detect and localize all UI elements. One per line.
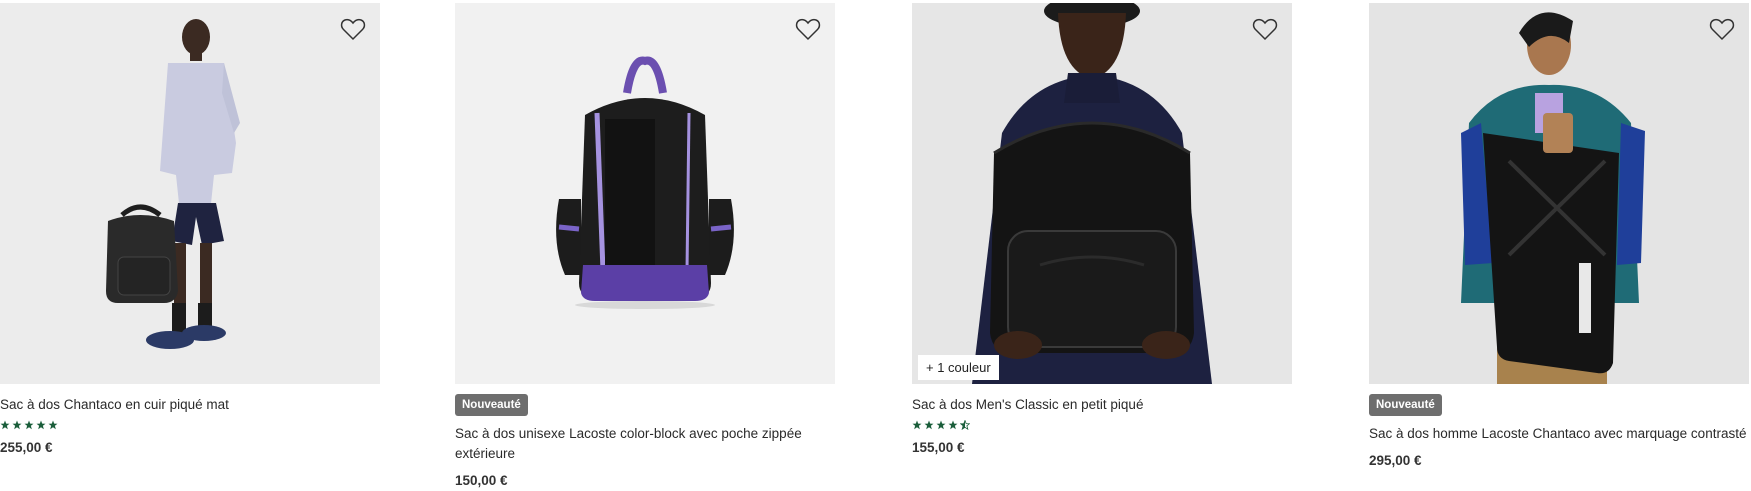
star-icon: [912, 420, 922, 430]
product-image[interactable]: [1369, 3, 1749, 384]
star-icon: [924, 420, 934, 430]
star-icon: [48, 420, 58, 430]
product-price: 295,00 €: [1369, 453, 1422, 468]
product-card[interactable]: Sac à dos Chantaco en cuir piqué mat 255…: [0, 3, 380, 455]
product-price: 155,00 €: [912, 440, 965, 455]
wishlist-heart-icon[interactable]: [1252, 17, 1278, 41]
star-icon: [12, 420, 22, 430]
half-star-icon: [960, 420, 970, 430]
product-title[interactable]: Sac à dos Chantaco en cuir piqué mat: [0, 395, 380, 415]
product-title[interactable]: Sac à dos Men's Classic en petit piqué: [912, 395, 1292, 415]
new-badge: Nouveauté: [455, 394, 528, 416]
star-icon: [24, 420, 34, 430]
product-image[interactable]: [455, 3, 835, 384]
product-grid: Sac à dos Chantaco en cuir piqué mat 255…: [0, 0, 1751, 491]
product-image[interactable]: + 1 couleur: [912, 3, 1292, 384]
rating-stars: [0, 420, 380, 432]
product-title[interactable]: Sac à dos homme Lacoste Chantaco avec ma…: [1369, 424, 1749, 444]
star-icon: [948, 420, 958, 430]
star-icon: [0, 420, 10, 430]
color-block-backpack-photo: [455, 3, 835, 384]
model-with-leather-backpack-photo: [0, 3, 380, 384]
product-image[interactable]: [0, 3, 380, 384]
star-icon: [36, 420, 46, 430]
color-variants-tag[interactable]: + 1 couleur: [918, 355, 999, 380]
product-title[interactable]: Sac à dos unisexe Lacoste color-block av…: [455, 424, 835, 464]
rating-stars: [912, 420, 1292, 432]
product-card[interactable]: Nouveauté Sac à dos unisexe Lacoste colo…: [455, 3, 835, 488]
new-badge: Nouveauté: [1369, 394, 1442, 416]
product-price: 255,00 €: [0, 440, 53, 455]
wishlist-heart-icon[interactable]: [795, 17, 821, 41]
wishlist-heart-icon[interactable]: [1709, 17, 1735, 41]
model-holding-classic-backpack-photo: [912, 3, 1292, 384]
product-card[interactable]: + 1 couleur Sac à dos Men's Classic en p…: [912, 3, 1292, 455]
wishlist-heart-icon[interactable]: [340, 17, 366, 41]
product-card[interactable]: Nouveauté Sac à dos homme Lacoste Chanta…: [1369, 3, 1749, 468]
star-icon: [936, 420, 946, 430]
product-price: 150,00 €: [455, 473, 508, 488]
model-with-roll-top-backpack-photo: [1369, 3, 1749, 384]
